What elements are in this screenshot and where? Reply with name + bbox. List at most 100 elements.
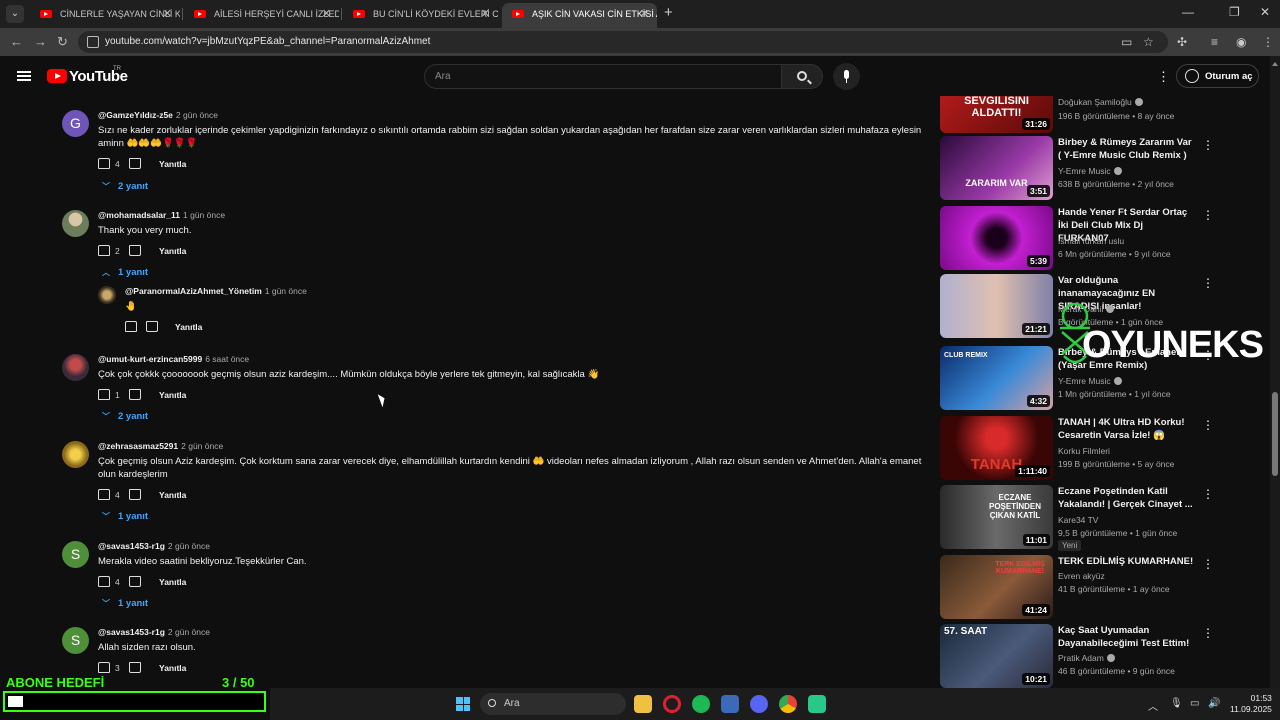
reload-icon[interactable]: ↻	[57, 34, 68, 50]
browser-tab-1[interactable]: CİNLERLE YAŞAYAN CİNLİ KADIN ✕	[30, 3, 180, 28]
avatar[interactable]	[62, 354, 89, 381]
comment-author[interactable]: @mohamadsalar_11 1 gün önce	[98, 210, 225, 220]
dislike-icon[interactable]	[129, 158, 141, 169]
comment-time[interactable]: 2 gün önce	[168, 541, 210, 551]
video-menu-icon[interactable]: ⋮	[1202, 208, 1214, 222]
comment-author[interactable]: @GamzeYıldız-z5e 2 gün önce	[98, 110, 218, 120]
avatar[interactable]	[98, 286, 116, 304]
related-video[interactable]: ZARARIM VAR 3:51 Birbey & Rümeys Zararım…	[940, 136, 1240, 200]
tab-search-menu-button[interactable]: ⌄	[6, 5, 24, 23]
like-icon[interactable]	[98, 489, 110, 500]
avatar[interactable]: S	[62, 627, 89, 654]
replies-toggle[interactable]: ﹀ 1 yanıt	[102, 511, 148, 522]
page-scrollbar[interactable]	[1270, 56, 1280, 688]
browser-tab-4-active[interactable]: AŞIK CİN VAKASI CİN ETKİSİ ALT ✕	[502, 3, 657, 28]
microphone-icon[interactable]: 🎙	[1170, 698, 1183, 709]
reply-button[interactable]: Yanıtla	[159, 390, 186, 400]
system-clock[interactable]: 01:53 11.09.2025	[1230, 693, 1272, 715]
video-menu-icon[interactable]: ⋮	[1202, 557, 1214, 571]
dislike-icon[interactable]	[129, 576, 141, 587]
video-title[interactable]: TANAH | 4K Ultra HD Korku! Cesaretin Var…	[1058, 416, 1196, 442]
replies-toggle[interactable]: ︿ 1 yanıt	[102, 267, 148, 278]
address-bar[interactable]: youtube.com/watch?v=jbMzutYqzPE&ab_chann…	[78, 31, 1168, 53]
reply-button[interactable]: Yanıtla	[159, 663, 186, 673]
dislike-icon[interactable]	[129, 662, 141, 673]
close-tab-icon[interactable]: ✕	[163, 3, 172, 25]
tray-overflow-icon[interactable]: ︿	[1148, 698, 1158, 713]
like-icon[interactable]	[125, 321, 137, 332]
avatar[interactable]	[62, 210, 89, 237]
volume-icon[interactable]: 🔊	[1208, 698, 1220, 709]
replies-toggle[interactable]: ﹀ 2 yanıt	[102, 181, 148, 192]
extensions-icon[interactable]: ✣	[1177, 35, 1187, 49]
file-explorer-icon[interactable]	[634, 695, 652, 713]
guide-menu-icon[interactable]	[17, 71, 31, 81]
comment-time[interactable]: 2 gün önce	[176, 110, 218, 120]
reply-button[interactable]: Yanıtla	[175, 322, 202, 332]
spotify-icon[interactable]	[692, 695, 710, 713]
network-icon[interactable]: ▭	[1190, 698, 1199, 709]
comment-time[interactable]: 1 gün önce	[183, 210, 225, 220]
browser-tab-3[interactable]: BU CİN'Lİ KÖYDEKİ EVLERİ CİNL ✕	[343, 3, 498, 28]
reply-button[interactable]: Yanıtla	[159, 246, 186, 256]
new-tab-icon[interactable]: +	[664, 4, 673, 21]
scrollbar-thumb[interactable]	[1272, 392, 1278, 476]
dislike-icon[interactable]	[129, 489, 141, 500]
comment-author[interactable]: @umut-kurt-erzincan5999 6 saat önce	[98, 354, 249, 364]
like-icon[interactable]	[98, 389, 110, 400]
sign-in-button[interactable]: Oturum aç	[1176, 64, 1259, 88]
comment-author[interactable]: @savas1453-r1g 2 gün önce	[98, 627, 210, 637]
reply-button[interactable]: Yanıtla	[159, 159, 186, 169]
dislike-icon[interactable]	[129, 389, 141, 400]
video-thumbnail[interactable]: TERK EDİLMİŞ KUMARHANE! 41:24	[940, 555, 1053, 619]
app-icon[interactable]	[808, 695, 826, 713]
bookmark-star-icon[interactable]: ☆	[1143, 35, 1154, 49]
avatar[interactable]: S	[62, 541, 89, 568]
taskbar-search[interactable]: Ara	[480, 693, 626, 715]
video-channel[interactable]: İsmail furkan uslu	[1058, 236, 1124, 246]
video-title[interactable]: Birbey & Rümeys Zararım Var ( Y-Emre Mus…	[1058, 136, 1196, 162]
video-thumbnail[interactable]: ZARARIM VAR 3:51	[940, 136, 1053, 200]
video-channel[interactable]: Korku Filmleri	[1058, 446, 1110, 456]
close-tab-icon[interactable]: ✕	[640, 3, 649, 25]
like-icon[interactable]	[98, 576, 110, 587]
video-channel[interactable]: Y-Emre Music	[1058, 376, 1122, 386]
comment-author[interactable]: @zehrasasmaz5291 2 gün önce	[98, 441, 223, 451]
video-thumbnail[interactable]: SEVGİLİSİNİ ALDATTI! 31:26	[940, 96, 1053, 133]
back-icon[interactable]: ←	[10, 34, 23, 49]
video-title[interactable]: TERK EDİLMİŞ KUMARHANE!	[1058, 555, 1196, 568]
close-tab-icon[interactable]: ✕	[481, 3, 490, 25]
related-video[interactable]: 5:39 Hande Yener Ft Serdar Ortaç İki Del…	[940, 206, 1240, 270]
replies-toggle[interactable]: ﹀ 2 yanıt	[102, 411, 148, 422]
minimize-icon[interactable]: —	[1182, 5, 1194, 19]
comment-time[interactable]: 2 gün önce	[181, 441, 223, 451]
video-channel[interactable]: Y-Emre Music	[1058, 166, 1122, 176]
comment-time[interactable]: 1 gün önce	[265, 286, 307, 296]
dislike-icon[interactable]	[146, 321, 158, 332]
app-icon[interactable]	[721, 695, 739, 713]
forward-icon[interactable]: →	[34, 34, 47, 49]
comment-author[interactable]: @ParanormalAzizAhmet_Yönetim 1 gün önce	[125, 286, 307, 296]
video-title[interactable]: Eczane Poşetinden Katil Yakalandı! | Ger…	[1058, 485, 1196, 511]
video-thumbnail[interactable]: 5:39	[940, 206, 1053, 270]
video-title[interactable]: Kaç Saat Uyumadan Dayanabileceğimi Test …	[1058, 624, 1196, 650]
like-icon[interactable]	[98, 245, 110, 256]
video-menu-icon[interactable]: ⋮	[1202, 138, 1214, 152]
dislike-icon[interactable]	[129, 245, 141, 256]
settings-menu-icon[interactable]: ⋮	[1157, 69, 1170, 85]
close-tab-icon[interactable]: ✕	[322, 3, 331, 25]
search-input[interactable]: Ara	[424, 64, 782, 89]
url-text[interactable]: youtube.com/watch?v=jbMzutYqzPE&ab_chann…	[105, 36, 430, 47]
related-video[interactable]: 57. SAAT 10:21 Kaç Saat Uyumadan Dayanab…	[940, 624, 1240, 688]
video-channel[interactable]: Pratik Adam	[1058, 653, 1115, 663]
related-video[interactable]: ECZANE POŞETİNDEN ÇIKAN KATİL 11:01 Ecza…	[940, 485, 1240, 551]
video-menu-icon[interactable]: ⋮	[1202, 626, 1214, 640]
video-channel[interactable]: Doğukan Şamiloğlu	[1058, 97, 1143, 107]
video-thumbnail[interactable]: CLUB REMIX 4:32	[940, 346, 1053, 410]
voice-search-button[interactable]	[833, 63, 860, 90]
video-thumbnail[interactable]: TANAH 1:11:40	[940, 416, 1053, 480]
close-window-icon[interactable]: ✕	[1260, 5, 1270, 19]
comment-time[interactable]: 6 saat önce	[205, 354, 249, 364]
video-menu-icon[interactable]: ⋮	[1202, 276, 1214, 290]
like-icon[interactable]	[98, 158, 110, 169]
